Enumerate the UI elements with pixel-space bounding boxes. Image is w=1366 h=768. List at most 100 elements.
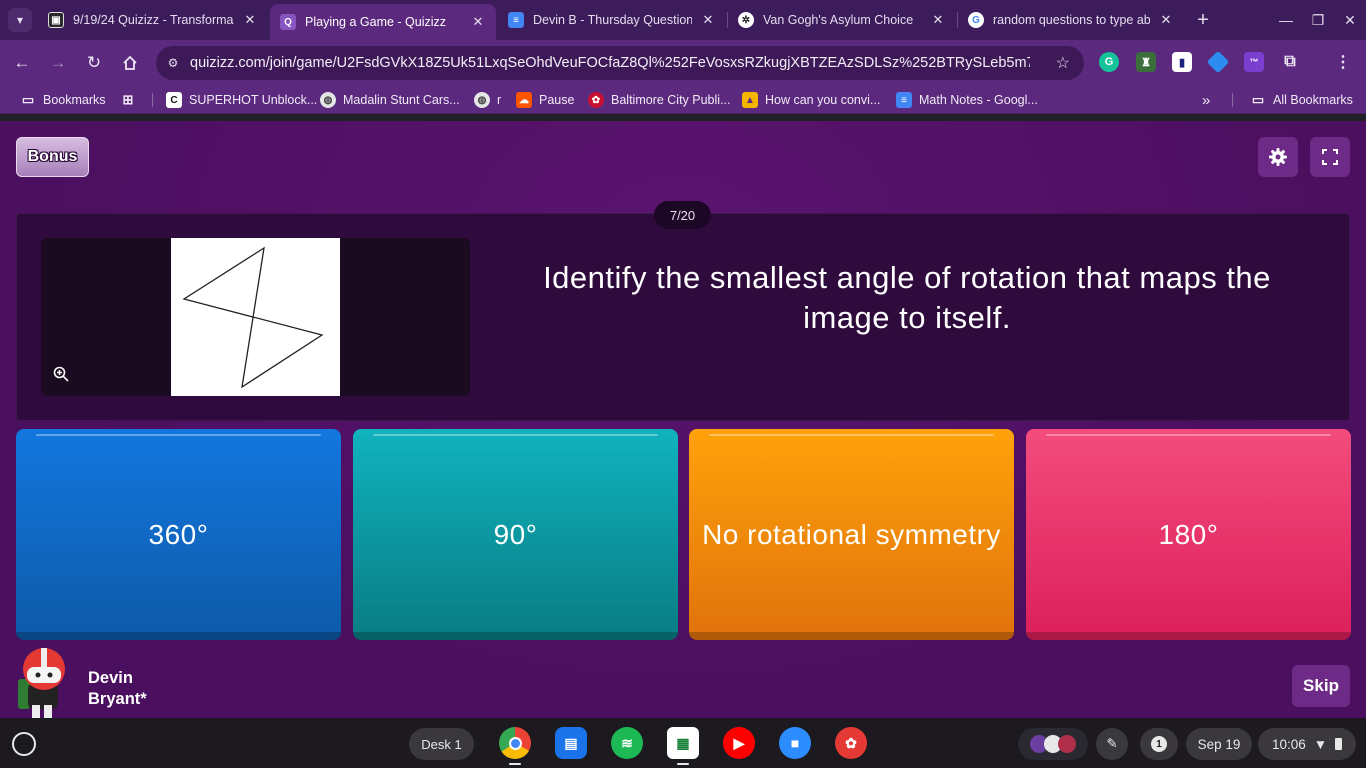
browser-menu-icon[interactable]: ⋮ (1333, 52, 1353, 72)
tab-title: Van Gogh's Asylum Choice (763, 13, 914, 27)
home-button[interactable] (118, 51, 142, 75)
os-shelf: Desk 1 ▤ ≋ ▦ ▶ ■ ✿ ✎ 1 Sep 19 10:06 ▼ (0, 718, 1366, 768)
bookmark-how-can-you[interactable]: ▲ How can you convi... (742, 90, 880, 110)
apps-shortcut[interactable]: ⊞ (120, 90, 143, 110)
tab-devin-thursday-question[interactable]: ≡ Devin B - Thursday Question A ✕ (498, 5, 726, 35)
fullscreen-button[interactable] (1310, 137, 1350, 177)
tab-title: 9/19/24 Quizizz - Transforma (73, 13, 234, 27)
chatgpt-favicon-icon: ✲ (738, 12, 754, 28)
forward-arrow-icon: → (49, 53, 67, 72)
bookmark-label: Math Notes - Googl... (919, 93, 1038, 107)
gear-icon (1269, 148, 1287, 166)
tab-search-button[interactable]: ▾ (8, 8, 32, 32)
tab-playing-a-game[interactable]: Q Playing a Game - Quizizz ✕ (270, 4, 496, 40)
date-display[interactable]: Sep 19 (1186, 728, 1252, 760)
bookmark-superhot[interactable]: C SUPERHOT Unblock... (166, 90, 317, 110)
wifi-icon: ▼ (1313, 736, 1328, 752)
quizizz-favicon-icon: Q (280, 14, 296, 30)
close-window-button[interactable]: ✕ (1338, 8, 1362, 32)
answer-label: 360° (148, 518, 209, 550)
extension-icon[interactable]: ™ (1244, 52, 1264, 72)
bookmark-baltimore[interactable]: ✿ Baltimore City Publi... (588, 90, 730, 110)
docs-favicon-icon: ≡ (508, 12, 524, 28)
notifications-button[interactable]: 1 (1140, 728, 1178, 760)
close-tab-icon[interactable]: ✕ (930, 12, 946, 28)
zoom-image-button[interactable] (49, 362, 73, 386)
classroom-app-icon[interactable]: ▤ (555, 727, 587, 759)
extension-icon[interactable]: ▮ (1172, 52, 1192, 72)
bookmark-label: SUPERHOT Unblock... (189, 93, 318, 107)
bookmark-label: r (497, 93, 502, 107)
paint-app-icon[interactable]: ✿ (835, 727, 867, 759)
google-classroom-app-icon[interactable]: ▦ (667, 727, 699, 759)
docs-icon: ≡ (896, 92, 912, 108)
more-bookmarks-button[interactable]: » (1202, 90, 1210, 110)
bookmarks-folder-icon: ▭ (21, 92, 35, 107)
url-text[interactable]: quizizz.com/join/game/U2FsdGVkX18Z5Uk51L… (190, 55, 1030, 71)
chrome-app-icon[interactable] (499, 727, 531, 759)
close-tab-icon[interactable]: ✕ (1158, 12, 1174, 28)
tab-quizizz-transformations[interactable]: ▣ 9/19/24 Quizizz - Transforma ✕ (38, 5, 268, 35)
bookmark-label: Bookmarks (43, 93, 106, 107)
rotation-figure (182, 246, 324, 389)
close-icon: ✕ (1344, 11, 1356, 28)
desk-switcher[interactable]: Desk 1 (409, 728, 474, 760)
bookmark-math-notes[interactable]: ≡ Math Notes - Googl... (896, 90, 1038, 110)
question-image-container[interactable] (41, 238, 470, 396)
grammarly-extension-icon[interactable]: G (1099, 52, 1119, 72)
tab-title: random questions to type ab (993, 13, 1150, 27)
thumbnail-image (1058, 735, 1076, 753)
spotify-app-icon[interactable]: ≋ (611, 727, 643, 759)
status-area[interactable]: 10:06 ▼ (1258, 728, 1356, 760)
bookmark-separator (152, 93, 153, 107)
tab-title: Devin B - Thursday Question A (533, 13, 692, 27)
all-bookmarks-folder[interactable]: ▭ All Bookmarks (1250, 90, 1353, 110)
close-tab-icon[interactable]: ✕ (470, 14, 486, 30)
address-bar[interactable]: ⚙ quizizz.com/join/game/U2FsdGVkX18Z5Uk5… (156, 46, 1084, 80)
folder-icon: ▭ (1251, 92, 1265, 107)
tab-van-gogh[interactable]: ✲ Van Gogh's Asylum Choice ✕ (728, 5, 956, 35)
back-button[interactable]: ← (10, 51, 34, 75)
close-tab-icon[interactable]: ✕ (700, 12, 716, 28)
player-last-name: Bryant* (88, 690, 147, 708)
youtube-app-icon[interactable]: ▶ (723, 727, 755, 759)
holding-space-thumbnails[interactable] (1018, 728, 1088, 760)
bookmark-r[interactable]: ◍ r (474, 90, 501, 110)
zoom-app-icon[interactable]: ■ (779, 727, 811, 759)
answer-option-2[interactable]: 90° (353, 429, 678, 640)
bookmark-pause[interactable]: ☁ Pause (516, 90, 574, 110)
minimize-window-button[interactable]: — (1274, 8, 1298, 32)
extension-icon[interactable]: ♜ (1136, 52, 1156, 72)
back-arrow-icon: ← (13, 53, 31, 72)
pen-icon: ✎ (1106, 736, 1118, 751)
launcher-button[interactable] (12, 732, 36, 756)
tab-random-questions[interactable]: G random questions to type ab ✕ (958, 5, 1184, 35)
bookmark-star-icon[interactable]: ☆ (1056, 53, 1070, 73)
question-image[interactable] (171, 238, 340, 396)
reload-button[interactable]: ↻ (82, 51, 106, 75)
question-panel: Identify the smallest angle of rotation … (16, 213, 1350, 421)
skip-button[interactable]: Skip (1292, 665, 1350, 707)
tab-title: Playing a Game - Quizizz (305, 15, 447, 29)
minimize-icon: — (1279, 12, 1293, 28)
restore-window-button[interactable]: ❐ (1306, 8, 1330, 32)
zoom-in-icon (53, 366, 69, 382)
bookmark-madalin[interactable]: ◍ Madalin Stunt Cars... (320, 90, 460, 110)
close-tab-icon[interactable]: ✕ (242, 12, 258, 28)
bookmarks-folder[interactable]: ▭ Bookmarks (20, 90, 106, 110)
answer-option-4[interactable]: 180° (1026, 429, 1351, 640)
app-running-indicator (509, 763, 521, 765)
forward-button[interactable]: → (46, 51, 70, 75)
extensions-puzzle-icon[interactable]: ⧉ (1280, 52, 1300, 72)
new-tab-button[interactable]: + (1191, 8, 1215, 32)
answer-option-1[interactable]: 360° (16, 429, 341, 640)
globe-icon: ◍ (320, 92, 336, 108)
answer-option-3[interactable]: No rotational symmetry (689, 429, 1014, 640)
bookmark-label: How can you convi... (765, 93, 881, 107)
reload-icon: ↻ (86, 53, 102, 72)
site-info-icon[interactable]: ⚙ (156, 56, 190, 70)
quizizz-game-page: Bonus 7/20 Identify the smallest angle o… (0, 121, 1366, 718)
settings-button[interactable] (1258, 137, 1298, 177)
extension-icon[interactable] (1206, 50, 1230, 74)
stylus-tools-button[interactable]: ✎ (1096, 728, 1128, 760)
